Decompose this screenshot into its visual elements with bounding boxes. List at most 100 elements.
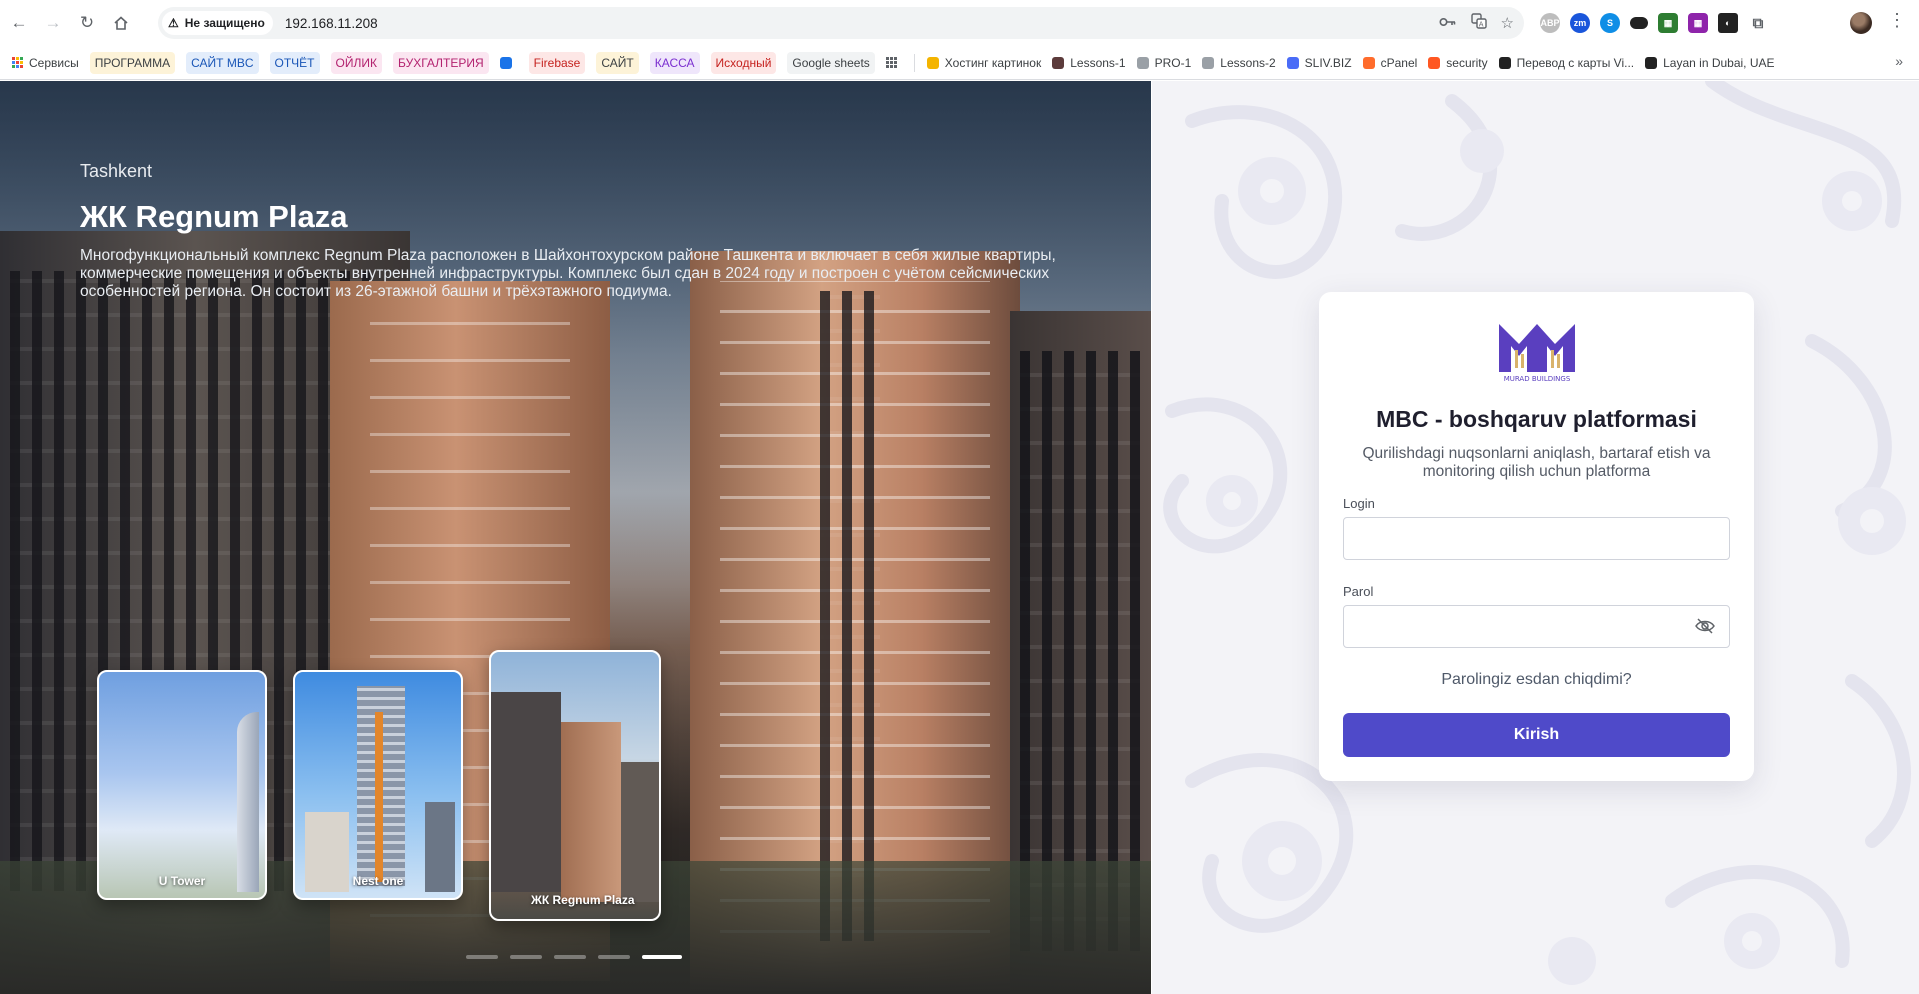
bookmark-item[interactable]: САЙТ [596, 51, 639, 74]
bookmark-item[interactable] [499, 52, 518, 74]
bookmark-item[interactable]: Сервисы [12, 52, 79, 74]
bookmark-favicon-icon [499, 56, 512, 69]
bookmark-label: Сервисы [29, 55, 79, 70]
bookmark-item[interactable]: БУХГАЛТЕРИЯ [392, 51, 489, 74]
bookmark-label: Firebase [533, 55, 581, 70]
qr-extension-icon[interactable]: ▦ [1658, 13, 1678, 33]
bookmarks-bar: Сервисы ПРОГРАММА САЙТ MBC ОТЧЁТ ОЙЛИК БУХГАЛ… [0, 46, 1919, 80]
eye-off-icon[interactable] [1694, 617, 1716, 635]
bookmark-favicon-icon [1645, 56, 1658, 69]
thumbnail-caption: U Tower [158, 874, 206, 888]
project-thumbnail-regnum-plaza[interactable]: ЖК Regnum Plaza [489, 650, 661, 921]
warning-icon: ⚠ [168, 16, 179, 30]
security-label: Не защищено [184, 16, 265, 30]
extensions-puzzle-icon[interactable]: ⧉ [1748, 13, 1768, 33]
password-key-icon[interactable] [1439, 15, 1457, 32]
bookmark-item[interactable]: ОТЧЁТ [269, 51, 320, 74]
vr-extension-icon[interactable] [1630, 17, 1648, 29]
bookmark-item[interactable]: Lessons-1 [1052, 52, 1126, 74]
hero-title: ЖК Regnum Plaza [80, 199, 348, 234]
bookmark-item[interactable]: cPanel [1362, 52, 1418, 74]
profile-avatar[interactable] [1850, 12, 1872, 34]
bookmarks-divider [913, 53, 915, 72]
zoom-extension-icon[interactable]: zm [1570, 13, 1590, 33]
address-bar[interactable]: ⚠ Не защищено 192.168.11.208 A ☆ [158, 7, 1524, 39]
bookmark-label: САЙТ MBC [191, 55, 254, 70]
password-label: Parol [1343, 584, 1374, 599]
adblock-extension-icon[interactable]: ABP [1540, 13, 1560, 33]
bookmark-item[interactable]: security [1428, 52, 1488, 74]
bookmark-label: Layan in Dubai, UAE [1663, 55, 1775, 70]
apps-grid-icon[interactable] [885, 52, 903, 74]
login-submit-button[interactable]: Kirish [1343, 713, 1730, 757]
home-icon[interactable] [106, 8, 136, 38]
reload-icon[interactable]: ↻ [72, 8, 102, 38]
grid-extension-icon[interactable]: ▦ [1688, 13, 1708, 33]
bookmark-label: БУХГАЛТЕРИЯ [397, 55, 484, 70]
bookmark-item[interactable]: ОЙЛИК [330, 51, 382, 74]
hero-city: Tashkent [80, 161, 153, 181]
url-text: 192.168.11.208 [284, 15, 378, 31]
bookmark-favicon-icon [926, 56, 939, 69]
shazam-extension-icon[interactable]: S [1600, 13, 1620, 33]
hero-banner: Tashkent ЖК Regnum Plaza Многофункционал… [0, 81, 1151, 994]
bookmark-item[interactable]: Перевод с карты Vi... [1498, 52, 1635, 74]
bookmark-label: PRO-1 [1154, 55, 1192, 70]
slider-dot[interactable] [642, 955, 682, 959]
bookmark-favicon-icon [1286, 56, 1299, 69]
svg-text:A: A [1478, 21, 1483, 29]
security-chip[interactable]: ⚠ Не защищено [162, 11, 273, 35]
translate-icon[interactable]: A [1470, 13, 1487, 33]
forward-arrow-icon[interactable]: → [38, 8, 68, 38]
hero-description: Многофункциональный комплекс Regnum Plaz… [80, 247, 1056, 300]
extensions-bar: ABP zm S ▦ ▦ ◐ ⧉ [1540, 8, 1768, 38]
bookmark-label: Хостинг картинок [944, 55, 1042, 70]
bookmark-item[interactable]: SLIV.BIZ [1286, 52, 1352, 74]
slider-dot[interactable] [510, 955, 542, 959]
bookmark-item[interactable]: Хостинг картинок [926, 52, 1042, 74]
project-thumbnail-u-tower[interactable]: U Tower [97, 670, 267, 900]
bookmark-favicon-icon [1498, 56, 1511, 69]
incognito-extension-icon[interactable]: ◐ [1718, 13, 1738, 33]
logo-text: MURAD BUILDINGS [1504, 375, 1571, 383]
bookmark-label: SLIV.BIZ [1304, 55, 1352, 70]
bookmark-label: Lessons-1 [1070, 55, 1126, 70]
bookmark-item[interactable]: КАССА [649, 51, 700, 74]
bookmarks-overflow-icon[interactable]: » [1895, 53, 1903, 69]
bookmark-label: САЙТ [601, 55, 634, 70]
bookmark-item[interactable]: САЙТ MBC [186, 51, 259, 74]
slider-dot[interactable] [554, 955, 586, 959]
bookmark-label: Google sheets [792, 55, 870, 70]
bookmark-item[interactable]: Layan in Dubai, UAE [1645, 52, 1775, 74]
platform-subtitle: Qurilishdagi nuqsonlarni aniqlash, barta… [1362, 445, 1711, 480]
bookmark-label: Исходный [715, 55, 772, 70]
bookmark-item[interactable]: PRO-1 [1136, 52, 1192, 74]
bookmark-label: Lessons-2 [1220, 55, 1276, 70]
bookmark-label: Перевод с карты Vi... [1516, 55, 1635, 70]
thumbnail-caption: Nest one [352, 874, 404, 888]
bookmark-item[interactable]: Lessons-2 [1202, 52, 1276, 74]
bookmark-item[interactable]: Firebase [528, 51, 586, 74]
browser-menu-icon[interactable]: ⋮ [1888, 10, 1906, 31]
bookmark-item[interactable]: ПРОГРАММА [89, 51, 176, 74]
slider-dots [466, 955, 682, 959]
bookmark-favicon-icon [1052, 56, 1065, 69]
browser-toolbar: ← → ↻ ⚠ Не защищено 192.168.11.208 A ☆ A… [0, 0, 1919, 46]
back-arrow-icon[interactable]: ← [4, 8, 34, 38]
login-card: MURAD BUILDINGS MBC - boshqaruv platform… [1319, 292, 1754, 781]
project-thumbnail-nest-one[interactable]: Nest one [293, 670, 463, 900]
forgot-password-link[interactable]: Parolingiz esdan chiqdimi? [1319, 671, 1754, 689]
bookmark-item[interactable]: Google sheets [787, 51, 875, 74]
bookmark-label: cPanel [1380, 55, 1418, 70]
bookmark-label: ПРОГРАММА [94, 55, 171, 70]
thumbnail-caption: ЖК Regnum Plaza [531, 893, 635, 907]
login-input[interactable] [1343, 517, 1730, 560]
bookmark-label: ОТЧЁТ [274, 55, 315, 70]
services-grid-icon [12, 57, 23, 68]
bookmark-label: security [1446, 55, 1488, 70]
slider-dot[interactable] [466, 955, 498, 959]
password-input[interactable] [1343, 605, 1730, 648]
slider-dot[interactable] [598, 955, 630, 959]
bookmark-item[interactable]: Исходный [710, 51, 777, 74]
bookmark-star-icon[interactable]: ☆ [1501, 14, 1514, 32]
